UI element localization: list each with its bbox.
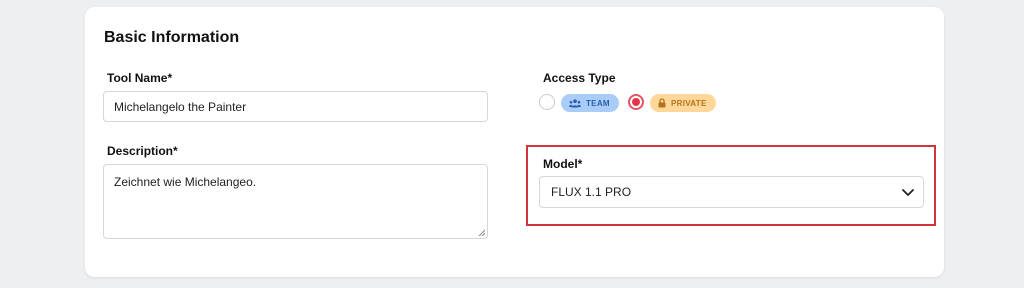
tool-name-label: Tool Name* xyxy=(107,71,173,85)
model-select[interactable]: FLUX 1.1 PRO xyxy=(539,176,924,208)
description-label: Description* xyxy=(107,144,178,158)
tool-name-input[interactable]: Michelangelo the Painter xyxy=(103,91,488,122)
resize-handle-icon[interactable] xyxy=(478,229,485,236)
team-icon xyxy=(569,98,581,107)
team-badge[interactable]: TEAM xyxy=(561,94,619,112)
description-value: Zeichnet wie Michelangeo. xyxy=(114,175,257,189)
model-selected-value: FLUX 1.1 PRO xyxy=(551,185,632,199)
private-badge[interactable]: PRIVATE xyxy=(650,94,716,112)
section-title: Basic Information xyxy=(104,29,240,46)
team-badge-label: TEAM xyxy=(586,98,610,108)
private-badge-label: PRIVATE xyxy=(671,98,707,108)
access-private-radio[interactable] xyxy=(628,94,644,110)
access-type-label: Access Type xyxy=(543,71,616,85)
chevron-down-icon xyxy=(902,189,914,196)
lock-icon xyxy=(658,98,666,108)
tool-name-value: Michelangelo the Painter xyxy=(114,99,247,114)
description-textarea[interactable]: Zeichnet wie Michelangeo. xyxy=(103,164,488,239)
model-label: Model* xyxy=(543,157,583,171)
access-team-radio[interactable] xyxy=(539,94,555,110)
